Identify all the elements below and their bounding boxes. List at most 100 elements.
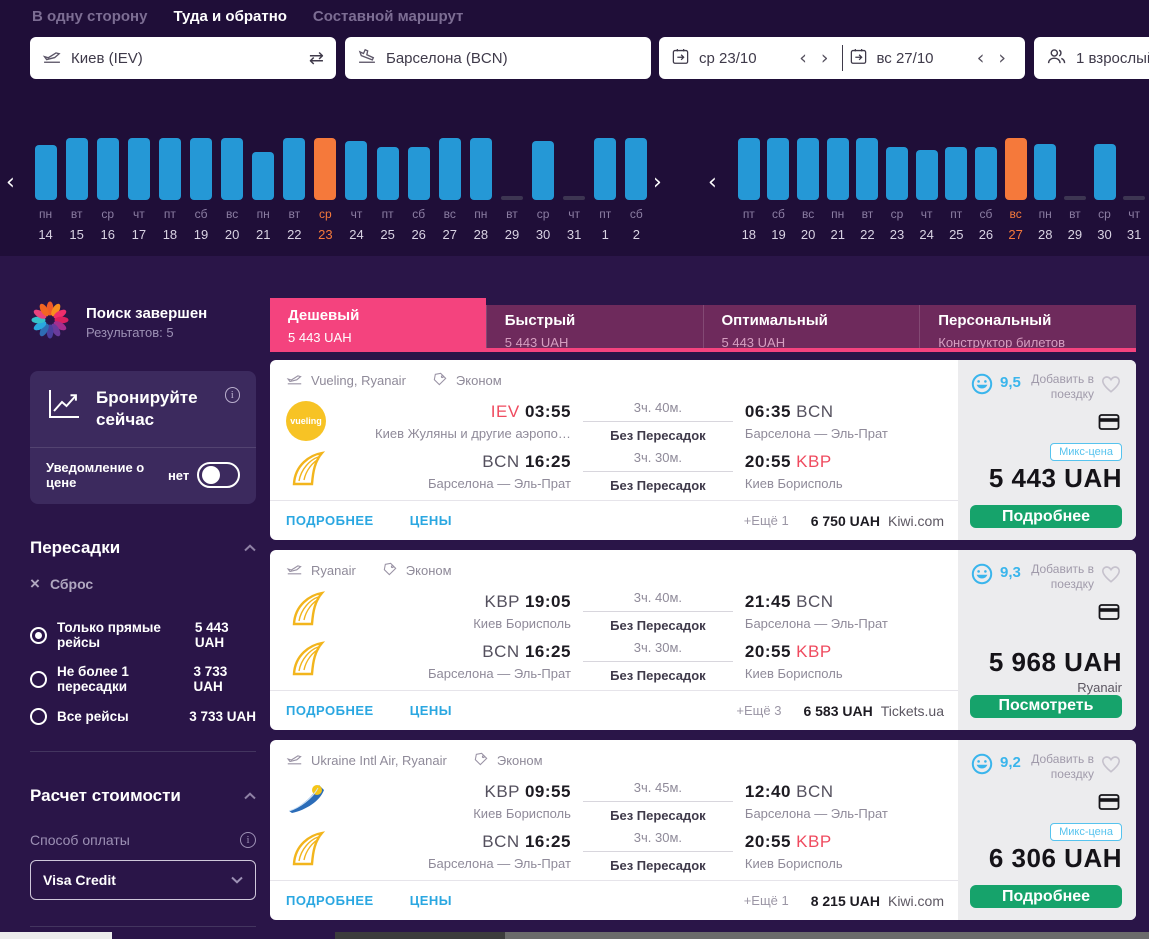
chart-bar-вт-29[interactable]: вт29 xyxy=(496,138,527,242)
chart-bar-вт-15[interactable]: вт15 xyxy=(61,138,92,242)
return-chart-prev-icon[interactable]: ‹ xyxy=(708,172,717,194)
toggle-knob xyxy=(202,466,220,484)
prices-link[interactable]: ЦЕНЫ xyxy=(410,893,452,908)
chart-bar-вс-27[interactable]: вс27 xyxy=(434,138,465,242)
duration-value: 3ч. 30м. xyxy=(583,830,733,852)
return-date-prev[interactable]: ‹ xyxy=(970,49,992,68)
chart-bar-пт-1[interactable]: пт1 xyxy=(590,138,621,242)
chart-bar-сб-26[interactable]: сб26 xyxy=(971,138,1001,242)
chart-bar-вс-20[interactable]: вс20 xyxy=(793,138,823,242)
chart-bar-сб-19[interactable]: сб19 xyxy=(185,138,216,242)
chart-bar-пн-28[interactable]: пн28 xyxy=(1030,138,1060,242)
depart-chart-next-icon[interactable]: › xyxy=(653,172,662,194)
destination-input[interactable]: Барселона (BCN) xyxy=(345,37,651,79)
ticket-card-icon[interactable] xyxy=(1096,410,1122,439)
chart-bar-ср-23[interactable]: ср23 xyxy=(882,138,912,242)
add-to-trip-link[interactable]: Добавить впоездку xyxy=(1031,372,1094,402)
chart-bar-пн-21[interactable]: пн21 xyxy=(248,138,279,242)
origin-input[interactable]: Киев (IEV) ⇄ xyxy=(30,37,336,79)
chart-bar-вт-29[interactable]: вт29 xyxy=(1060,138,1090,242)
trip-type-tab-inactive[interactable]: Составной маршрут xyxy=(313,8,463,25)
chart-bar-сб-2[interactable]: сб2 xyxy=(621,138,652,242)
info-icon[interactable]: i xyxy=(240,832,256,848)
chevron-up-icon[interactable] xyxy=(244,787,256,805)
chart-date-label: 29 xyxy=(505,227,519,242)
depart-chart-prev-icon[interactable]: ‹ xyxy=(6,172,15,194)
chart-bar-пн-14[interactable]: пн14 xyxy=(30,138,61,242)
origin-value: Киев (IEV) xyxy=(71,50,143,67)
transfer-option[interactable]: Только прямые рейсы5 443 UAH xyxy=(30,620,256,650)
card-cta-button[interactable]: Посмотреть xyxy=(970,695,1122,718)
sort-tab[interactable]: Дешевый5 443 UAH xyxy=(270,298,486,352)
trip-type-tab-inactive[interactable]: В одну сторону xyxy=(32,8,147,25)
chart-bar-пн-21[interactable]: пн21 xyxy=(823,138,853,242)
chart-bar-пн-28[interactable]: пн28 xyxy=(465,138,496,242)
chart-bar-пт-25[interactable]: пт25 xyxy=(372,138,403,242)
info-icon[interactable]: i xyxy=(225,387,240,403)
cost-section-title: Расчет стоимости xyxy=(30,786,181,806)
depart-date-prev[interactable]: ‹ xyxy=(792,49,814,68)
chart-bar-сб-26[interactable]: сб26 xyxy=(403,138,434,242)
scrollbar-thumb[interactable] xyxy=(335,932,505,939)
more-offers-link[interactable]: +Ещё 1 xyxy=(744,513,789,528)
details-link[interactable]: ПОДРОБНЕЕ xyxy=(286,893,374,908)
sort-tab[interactable]: ПерсональныйКонструктор билетов xyxy=(919,305,1136,352)
scrollbar-track[interactable] xyxy=(335,932,1149,939)
chart-bar-вт-22[interactable]: вт22 xyxy=(279,138,310,242)
reset-filters-button[interactable]: × Сброс xyxy=(30,574,256,594)
chart-bar-чт-31[interactable]: чт31 xyxy=(1119,138,1149,242)
heart-icon[interactable] xyxy=(1100,754,1122,779)
price-panel: 9,2 Добавить впоездку Микс-цена 6 306 UA… xyxy=(958,740,1136,920)
add-to-trip-link[interactable]: Добавить впоездку xyxy=(1031,752,1094,782)
add-to-trip-link[interactable]: Добавить впоездку xyxy=(1031,562,1094,592)
chart-bar-сб-19[interactable]: сб19 xyxy=(764,138,794,242)
chart-bar-чт-24[interactable]: чт24 xyxy=(912,138,942,242)
chart-bar-пт-18[interactable]: пт18 xyxy=(734,138,764,242)
payment-method-select[interactable]: Visa Credit xyxy=(30,860,256,900)
chart-bar-чт-31[interactable]: чт31 xyxy=(559,138,590,242)
depart-date-field[interactable]: ср 23/10 ‹ › xyxy=(671,47,836,70)
price-bar xyxy=(886,147,908,200)
more-offers-link[interactable]: +Ещё 1 xyxy=(744,893,789,908)
horizontal-scrollbar[interactable] xyxy=(0,932,1149,939)
chart-bar-чт-17[interactable]: чт17 xyxy=(123,138,154,242)
swap-icon[interactable]: ⇄ xyxy=(309,48,324,69)
departure-info: KBP 09:55 Киев Борисполь xyxy=(368,782,571,821)
transfer-option[interactable]: Не более 1 пересадки3 733 UAH xyxy=(30,664,256,694)
details-link[interactable]: ПОДРОБНЕЕ xyxy=(286,513,374,528)
chart-bar-вт-22[interactable]: вт22 xyxy=(853,138,883,242)
heart-icon[interactable] xyxy=(1100,564,1122,589)
chart-bar-ср-16[interactable]: ср16 xyxy=(92,138,123,242)
prices-link[interactable]: ЦЕНЫ xyxy=(410,513,452,528)
chart-bar-ср-30[interactable]: ср30 xyxy=(528,138,559,242)
chart-bar-пт-25[interactable]: пт25 xyxy=(941,138,971,242)
trip-type-tab-active[interactable]: Туда и обратно xyxy=(173,8,286,25)
chart-bar-вс-27[interactable]: вс27 xyxy=(1001,138,1031,242)
chart-bar-ср-30[interactable]: ср30 xyxy=(1090,138,1120,242)
ticket-card-icon[interactable] xyxy=(1096,600,1122,629)
return-date-next[interactable]: › xyxy=(991,49,1013,68)
return-date-field[interactable]: вс 27/10 ‹ › xyxy=(849,47,1014,70)
card-cta-button[interactable]: Подробнее xyxy=(970,505,1122,528)
chart-bar-чт-24[interactable]: чт24 xyxy=(341,138,372,242)
heart-icon[interactable] xyxy=(1100,374,1122,399)
price-alert-toggle[interactable] xyxy=(197,462,240,488)
sort-tab[interactable]: Оптимальный5 443 UAH xyxy=(703,305,920,352)
arrival-airport-name: Киев Борисполь xyxy=(745,666,958,681)
details-link[interactable]: ПОДРОБНЕЕ xyxy=(286,703,374,718)
chart-date-label: 19 xyxy=(194,227,208,242)
chart-bar-ср-23[interactable]: ср23 xyxy=(310,138,341,242)
sort-tab[interactable]: Быстрый5 443 UAH xyxy=(486,305,703,352)
chart-bar-пт-18[interactable]: пт18 xyxy=(154,138,185,242)
more-offers-link[interactable]: +Ещё 3 xyxy=(736,703,781,718)
depart-date-next[interactable]: › xyxy=(814,49,836,68)
passengers-input[interactable]: 1 взрослый xyxy=(1034,37,1149,79)
chevron-up-icon[interactable] xyxy=(244,539,256,557)
segment-duration: 3ч. 40м. Без Пересадок xyxy=(583,400,733,443)
transfer-option[interactable]: Все рейсы3 733 UAH xyxy=(30,708,256,725)
chart-bar-вс-20[interactable]: вс20 xyxy=(217,138,248,242)
prices-link[interactable]: ЦЕНЫ xyxy=(410,703,452,718)
card-cta-button[interactable]: Подробнее xyxy=(970,885,1122,908)
ticket-card-icon[interactable] xyxy=(1096,790,1122,819)
chart-date-label: 27 xyxy=(1008,227,1022,242)
